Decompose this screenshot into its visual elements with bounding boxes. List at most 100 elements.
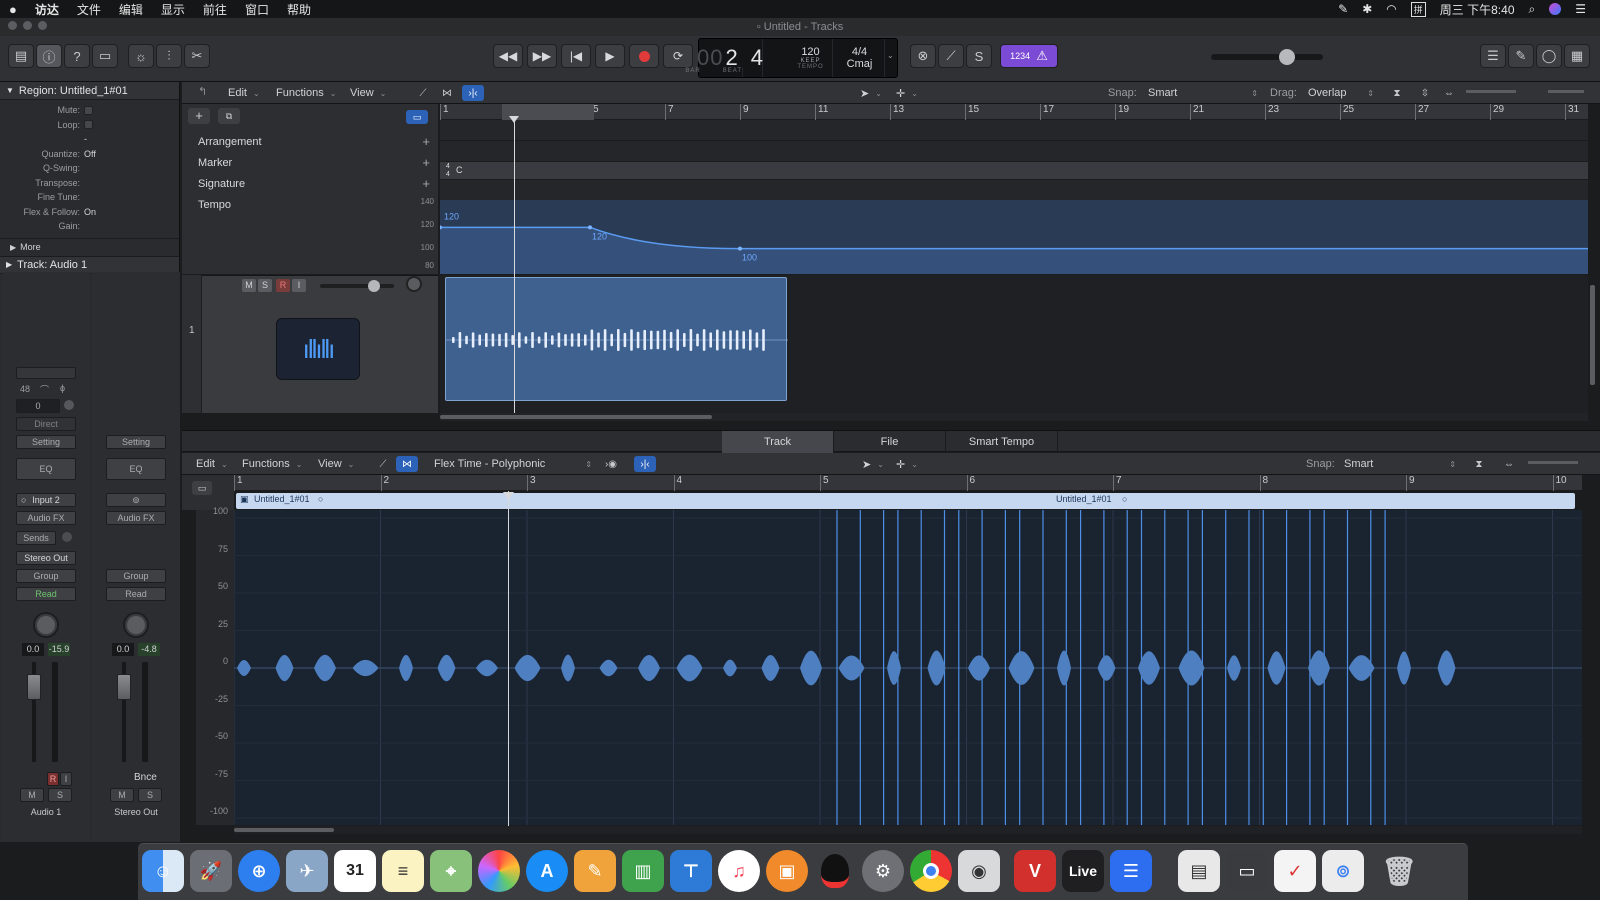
audio-fx-slot[interactable]: Audio FX (106, 511, 166, 525)
pdf-file-icon[interactable]: ✓ (1274, 850, 1316, 892)
send-knob[interactable] (62, 532, 72, 542)
fast-forward-button[interactable]: ▶▶ (527, 44, 557, 68)
horizontal-zoom-slider[interactable] (1548, 90, 1584, 93)
track-mute-button[interactable]: M (242, 279, 256, 292)
track-header-audio-1[interactable]: M S R I ıllıllı (182, 275, 438, 413)
minimize-window-button[interactable] (23, 21, 32, 30)
browser-button[interactable]: ▦ (1564, 44, 1590, 68)
editors-button[interactable]: ✂ (184, 44, 210, 68)
global-track-signature[interactable]: Signature + (182, 174, 438, 194)
toolbar-toggle-button[interactable]: ▭ (92, 44, 118, 68)
input-method-icon[interactable]: 拼 (1410, 1, 1426, 17)
zoom-window-button[interactable] (38, 21, 47, 30)
mute-checkbox[interactable] (84, 105, 93, 115)
close-window-button[interactable] (8, 21, 17, 30)
flex-toggle[interactable]: ⋈ (436, 85, 458, 101)
volume-value[interactable]: 0.0 (112, 643, 134, 656)
list-editors-button[interactable]: ☰ (1480, 44, 1506, 68)
vertical-zoom-slider[interactable] (1466, 90, 1516, 93)
pan-knob[interactable] (33, 612, 59, 638)
editor-playhead[interactable] (508, 491, 509, 826)
qq-penguin-icon[interactable] (814, 850, 856, 892)
editor-catch-toggle[interactable]: ›|‹ (634, 456, 656, 472)
chrome-download-icon[interactable]: ⊚ (1322, 850, 1364, 892)
notification-center-icon[interactable]: ☰ (1575, 2, 1586, 16)
group-slot[interactable]: Group (16, 569, 76, 583)
volume-value[interactable]: 0.0 (22, 643, 44, 656)
clock[interactable]: 周三 下午8:40 (1440, 1, 1515, 18)
global-track-marker[interactable]: Marker + (182, 153, 438, 173)
add-marker-icon[interactable]: + (422, 153, 430, 173)
numbers-icon[interactable]: ▥ (622, 850, 664, 892)
audio-fx-slot[interactable]: Audio FX (16, 511, 76, 525)
library-button[interactable]: ▤ (8, 44, 34, 68)
document-icon[interactable]: ▤ (1178, 850, 1220, 892)
safari-icon[interactable]: ⊕ (238, 850, 280, 892)
tempo-curve[interactable]: 120 120 100 (440, 200, 1588, 274)
tracks-view-menu[interactable]: View ⌄ (350, 85, 386, 101)
ableton-live-icon[interactable]: Live (1062, 850, 1104, 892)
editor-horizontal-fit[interactable]: ⇔ (1498, 456, 1520, 472)
audio-track-icon[interactable]: ıllıllı (276, 318, 360, 380)
tempo-point[interactable] (588, 225, 592, 230)
editor-bar-ruler[interactable]: 1 2 3 4 5 6 7 8 9 10 (234, 475, 1582, 491)
lcd-key[interactable]: Cmaj (847, 58, 873, 70)
tab-smart-tempo[interactable]: Smart Tempo (946, 431, 1058, 453)
new-track-button[interactable]: + (188, 108, 210, 124)
rewind-button[interactable]: ◀◀ (493, 44, 523, 68)
inspector-row-loop[interactable]: Loop: (0, 118, 179, 133)
smart-controls-button[interactable]: ☼ (128, 44, 154, 68)
channel-name[interactable]: Audio 1 (2, 807, 90, 817)
audio-region[interactable] (445, 277, 788, 401)
phase-icon[interactable]: ɸ (60, 383, 65, 393)
menu-finder[interactable]: 访达 (26, 1, 68, 18)
audio-editor-waveform-area[interactable] (234, 510, 1582, 825)
apple-menu-icon[interactable]: ● (0, 2, 26, 17)
lcd-dropdown-icon[interactable]: ⌄ (887, 51, 894, 60)
track-record-button[interactable]: R (276, 279, 290, 292)
automation-mode[interactable]: Read (106, 587, 166, 601)
inspector-row-flex-follow[interactable]: Flex & Follow: On (0, 205, 179, 220)
drag-selector[interactable]: Overlap ⇕ (1308, 85, 1374, 101)
list-app-icon[interactable]: ☰ (1110, 850, 1152, 892)
stereo-link-icon[interactable]: ⊚ (106, 493, 166, 507)
tab-file[interactable]: File (834, 431, 946, 453)
add-signature-icon[interactable]: + (422, 174, 430, 194)
tab-track[interactable]: Track (722, 431, 834, 453)
track-inspector-header[interactable]: ▶ Track: Audio 1 (0, 255, 179, 274)
master-volume-knob[interactable] (1279, 49, 1295, 65)
link-knob-icon[interactable] (64, 400, 74, 410)
playhead[interactable] (514, 120, 515, 413)
finder-icon[interactable]: ☺ (142, 850, 184, 892)
inspector-row-gain[interactable]: Gain: (0, 219, 179, 234)
add-arrangement-icon[interactable]: + (422, 132, 430, 152)
keynote-icon[interactable]: ⊤ (670, 850, 712, 892)
track-input-button[interactable]: I (292, 279, 306, 292)
music-icon[interactable]: ♫ (718, 850, 760, 892)
menu-help[interactable]: 帮助 (278, 1, 320, 18)
quick-help-button[interactable]: ? (64, 44, 90, 68)
catch-playhead-toggle[interactable]: ›|‹ (462, 85, 484, 101)
screen-utility-icon[interactable]: ▭ (1226, 850, 1268, 892)
global-track-tempo[interactable]: Tempo (182, 195, 438, 215)
editor-functions-menu[interactable]: Functions ⌄ (242, 456, 302, 472)
note-pads-button[interactable]: ✎ (1508, 44, 1534, 68)
setting-button[interactable]: Setting (106, 435, 166, 449)
vertical-fit-button[interactable]: ⇳ (1414, 85, 1436, 101)
global-tracks-toggle[interactable]: ▭ (406, 110, 428, 124)
marker-lane[interactable] (440, 141, 1588, 162)
pan-value[interactable]: 48 (20, 384, 30, 394)
vpn-app-icon[interactable]: V (1014, 850, 1056, 892)
maps-icon[interactable]: ⌖ (430, 850, 472, 892)
global-track-arrangement[interactable]: Arrangement + (182, 132, 438, 152)
bluetooth-icon[interactable]: ✱ (1362, 2, 1372, 16)
input-offset-value[interactable]: 0 (16, 399, 60, 413)
eq-button[interactable]: EQ (16, 458, 76, 480)
solo-button[interactable]: S (138, 788, 162, 802)
wifi-icon[interactable]: ◠ (1386, 2, 1396, 16)
volume-fader-handle[interactable] (27, 674, 41, 700)
editor-view-menu[interactable]: View ⌄ (318, 456, 354, 472)
tracks-vertical-scroll-thumb[interactable] (1590, 285, 1595, 385)
loop-checkbox[interactable] (84, 120, 93, 130)
bar-ruler[interactable]: 135791113151719212325272931 (440, 104, 1588, 120)
